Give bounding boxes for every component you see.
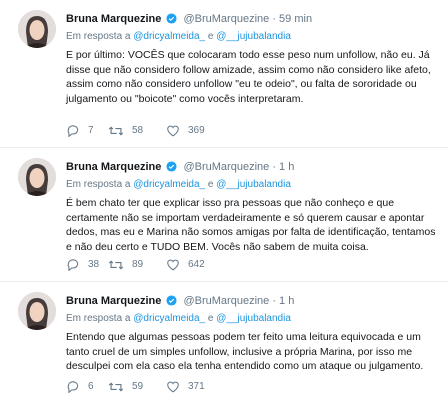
reply-prefix: Em resposta a [66, 313, 131, 324]
avatar[interactable] [18, 292, 56, 330]
retweet-icon [108, 126, 124, 135]
retweet-count: 58 [132, 125, 144, 136]
conjunction: e [207, 313, 214, 324]
timestamp[interactable]: 1 h [279, 295, 294, 307]
display-name[interactable]: Bruna Marquezine [66, 161, 161, 173]
retweet-count: 59 [132, 381, 144, 392]
tweet-feed: Bruna Marquezine @BruMarquezine · 59 min… [0, 0, 448, 407]
verified-badge-icon [166, 13, 177, 24]
like-button[interactable]: 371 [166, 380, 205, 393]
username[interactable]: @BruMarquezine [183, 161, 269, 173]
reply-count: 7 [88, 125, 94, 136]
avatar[interactable] [18, 10, 56, 48]
avatar-image [18, 158, 56, 196]
reply-button[interactable]: 7 [66, 124, 108, 137]
reply-context: Em resposta a @dricyalmeida_ e @__jujuba… [66, 30, 291, 43]
tweet-header: Bruna Marquezine @BruMarquezine · 1 h [66, 294, 294, 308]
tweet-text: Entendo que algumas pessoas podem ter fe… [66, 331, 424, 372]
heart-icon [167, 125, 179, 137]
like-button[interactable]: 369 [166, 124, 205, 137]
heart-icon [167, 381, 179, 393]
retweet-icon [108, 260, 124, 269]
verified-badge-icon [166, 161, 177, 172]
mention-link[interactable]: @__jujubalandia [216, 313, 291, 324]
username[interactable]: @BruMarquezine [183, 295, 269, 307]
mention-link[interactable]: @dricyalmeida_ [133, 313, 205, 324]
reply-prefix: Em resposta a [66, 179, 131, 190]
reply-context: Em resposta a @dricyalmeida_ e @__jujuba… [66, 312, 291, 325]
reply-prefix: Em resposta a [66, 31, 131, 42]
avatar-image [18, 292, 56, 330]
reply-button[interactable]: 38 [66, 258, 108, 271]
tweet[interactable]: Bruna Marquezine @BruMarquezine · 59 min… [0, 0, 448, 148]
conjunction: e [207, 179, 214, 190]
separator-dot: · [272, 161, 276, 173]
reply-button[interactable]: 6 [66, 380, 108, 393]
like-count: 642 [188, 259, 205, 270]
avatar[interactable] [18, 158, 56, 196]
conjunction: e [207, 31, 214, 42]
retweet-button[interactable]: 58 [108, 125, 166, 137]
username[interactable]: @BruMarquezine [183, 13, 269, 25]
tweet-actions: 7 58 369 [66, 124, 205, 137]
mention-link[interactable]: @__jujubalandia [216, 31, 291, 42]
tweet[interactable]: Bruna Marquezine @BruMarquezine · 1 h Em… [0, 148, 448, 282]
tweet-text: É bem chato ter que explicar isso pra pe… [66, 197, 436, 253]
separator-dot: · [272, 13, 276, 25]
tweet[interactable]: Bruna Marquezine @BruMarquezine · 1 h Em… [0, 282, 448, 407]
display-name[interactable]: Bruna Marquezine [66, 295, 161, 307]
like-button[interactable]: 642 [166, 258, 205, 271]
timestamp[interactable]: 1 h [279, 161, 294, 173]
reply-icon [67, 259, 79, 271]
reply-count: 38 [88, 259, 100, 270]
reply-count: 6 [88, 381, 94, 392]
display-name[interactable]: Bruna Marquezine [66, 13, 161, 25]
retweet-count: 89 [132, 259, 144, 270]
retweet-button[interactable]: 89 [108, 259, 166, 271]
mention-link[interactable]: @__jujubalandia [216, 179, 291, 190]
tweet-actions: 38 89 642 [66, 258, 205, 271]
reply-icon [67, 125, 79, 137]
reply-context: Em resposta a @dricyalmeida_ e @__jujuba… [66, 178, 291, 191]
mention-link[interactable]: @dricyalmeida_ [133, 31, 205, 42]
separator-dot: · [272, 295, 276, 307]
tweet-header: Bruna Marquezine @BruMarquezine · 59 min [66, 12, 312, 26]
retweet-icon [108, 382, 124, 391]
retweet-button[interactable]: 59 [108, 381, 166, 393]
tweet-text: E por último: VOCÊS que colocaram todo e… [66, 49, 431, 105]
mention-link[interactable]: @dricyalmeida_ [133, 179, 205, 190]
tweet-actions: 6 59 371 [66, 380, 205, 393]
like-count: 369 [188, 125, 205, 136]
heart-icon [167, 259, 179, 271]
like-count: 371 [188, 381, 205, 392]
reply-icon [67, 381, 79, 393]
timestamp[interactable]: 59 min [279, 13, 312, 25]
verified-badge-icon [166, 295, 177, 306]
tweet-header: Bruna Marquezine @BruMarquezine · 1 h [66, 160, 294, 174]
avatar-image [18, 10, 56, 48]
